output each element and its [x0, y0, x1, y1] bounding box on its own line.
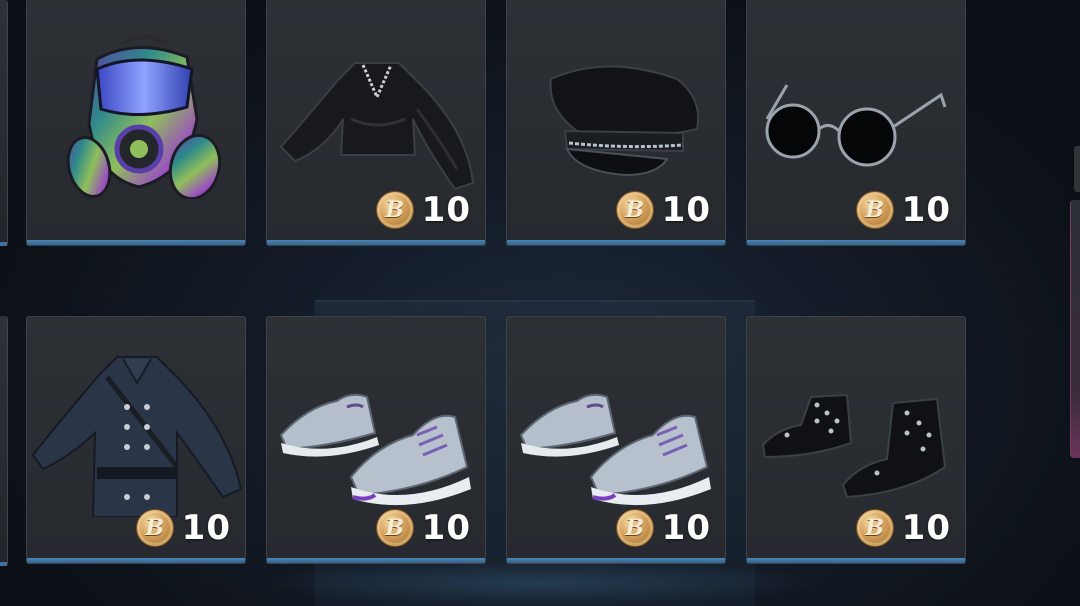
bp-coin-icon: B [135, 509, 174, 547]
price-amount: 10 [421, 190, 471, 230]
bp-coin-icon: B [375, 509, 414, 547]
offscreen-card-left-bottom[interactable] [0, 316, 8, 566]
item-card-gas-mask[interactable] [26, 0, 246, 246]
item-card-sneakers[interactable]: B 10 [506, 316, 726, 564]
price-tag: B 10 [375, 190, 471, 230]
card-underline [267, 558, 485, 563]
gas-mask-icon [66, 34, 222, 199]
price-tag: B 10 [855, 508, 951, 548]
bp-coin-icon: B [855, 191, 894, 229]
item-card-leather-jacket[interactable]: B 10 [266, 0, 486, 246]
sneakers-icon [279, 393, 471, 506]
side-scroll-tab[interactable] [1074, 146, 1080, 192]
price-amount: 10 [421, 508, 471, 548]
leather-jacket-icon [279, 62, 475, 191]
item-card-military-coat[interactable]: B 10 [26, 316, 246, 564]
sneakers-icon [519, 393, 711, 506]
round-sunglasses-icon [765, 84, 947, 167]
bp-coin-icon: B [855, 509, 894, 547]
card-underline [507, 240, 725, 245]
side-scrollbar[interactable] [1070, 200, 1080, 458]
spiked-boots-icon [761, 393, 947, 499]
price-amount: 10 [661, 508, 711, 548]
officer-cap-icon [549, 65, 699, 177]
item-card-sneakers[interactable]: B 10 [266, 316, 486, 564]
card-underline [747, 240, 965, 245]
card-underline [267, 240, 485, 245]
offscreen-card-left-top[interactable] [0, 0, 8, 246]
price-amount: 10 [181, 508, 231, 548]
card-underline [27, 240, 245, 245]
price-tag: B 10 [375, 508, 471, 548]
card-underline [27, 558, 245, 563]
price-tag: B 10 [855, 190, 951, 230]
bp-coin-icon: B [615, 191, 654, 229]
background-glow [250, 560, 830, 606]
price-tag: B 10 [615, 190, 711, 230]
price-tag: B 10 [615, 508, 711, 548]
card-underline [747, 558, 965, 563]
card-underline [507, 558, 725, 563]
bp-coin-icon: B [615, 509, 654, 547]
price-amount: 10 [901, 508, 951, 548]
price-tag: B 10 [135, 508, 231, 548]
item-card-round-sunglasses[interactable]: B 10 [746, 0, 966, 246]
item-card-officer-cap[interactable]: B 10 [506, 0, 726, 246]
price-amount: 10 [901, 190, 951, 230]
bp-coin-icon: B [375, 191, 414, 229]
price-amount: 10 [661, 190, 711, 230]
item-card-spiked-boots[interactable]: B 10 [746, 316, 966, 564]
military-coat-icon [31, 356, 243, 517]
